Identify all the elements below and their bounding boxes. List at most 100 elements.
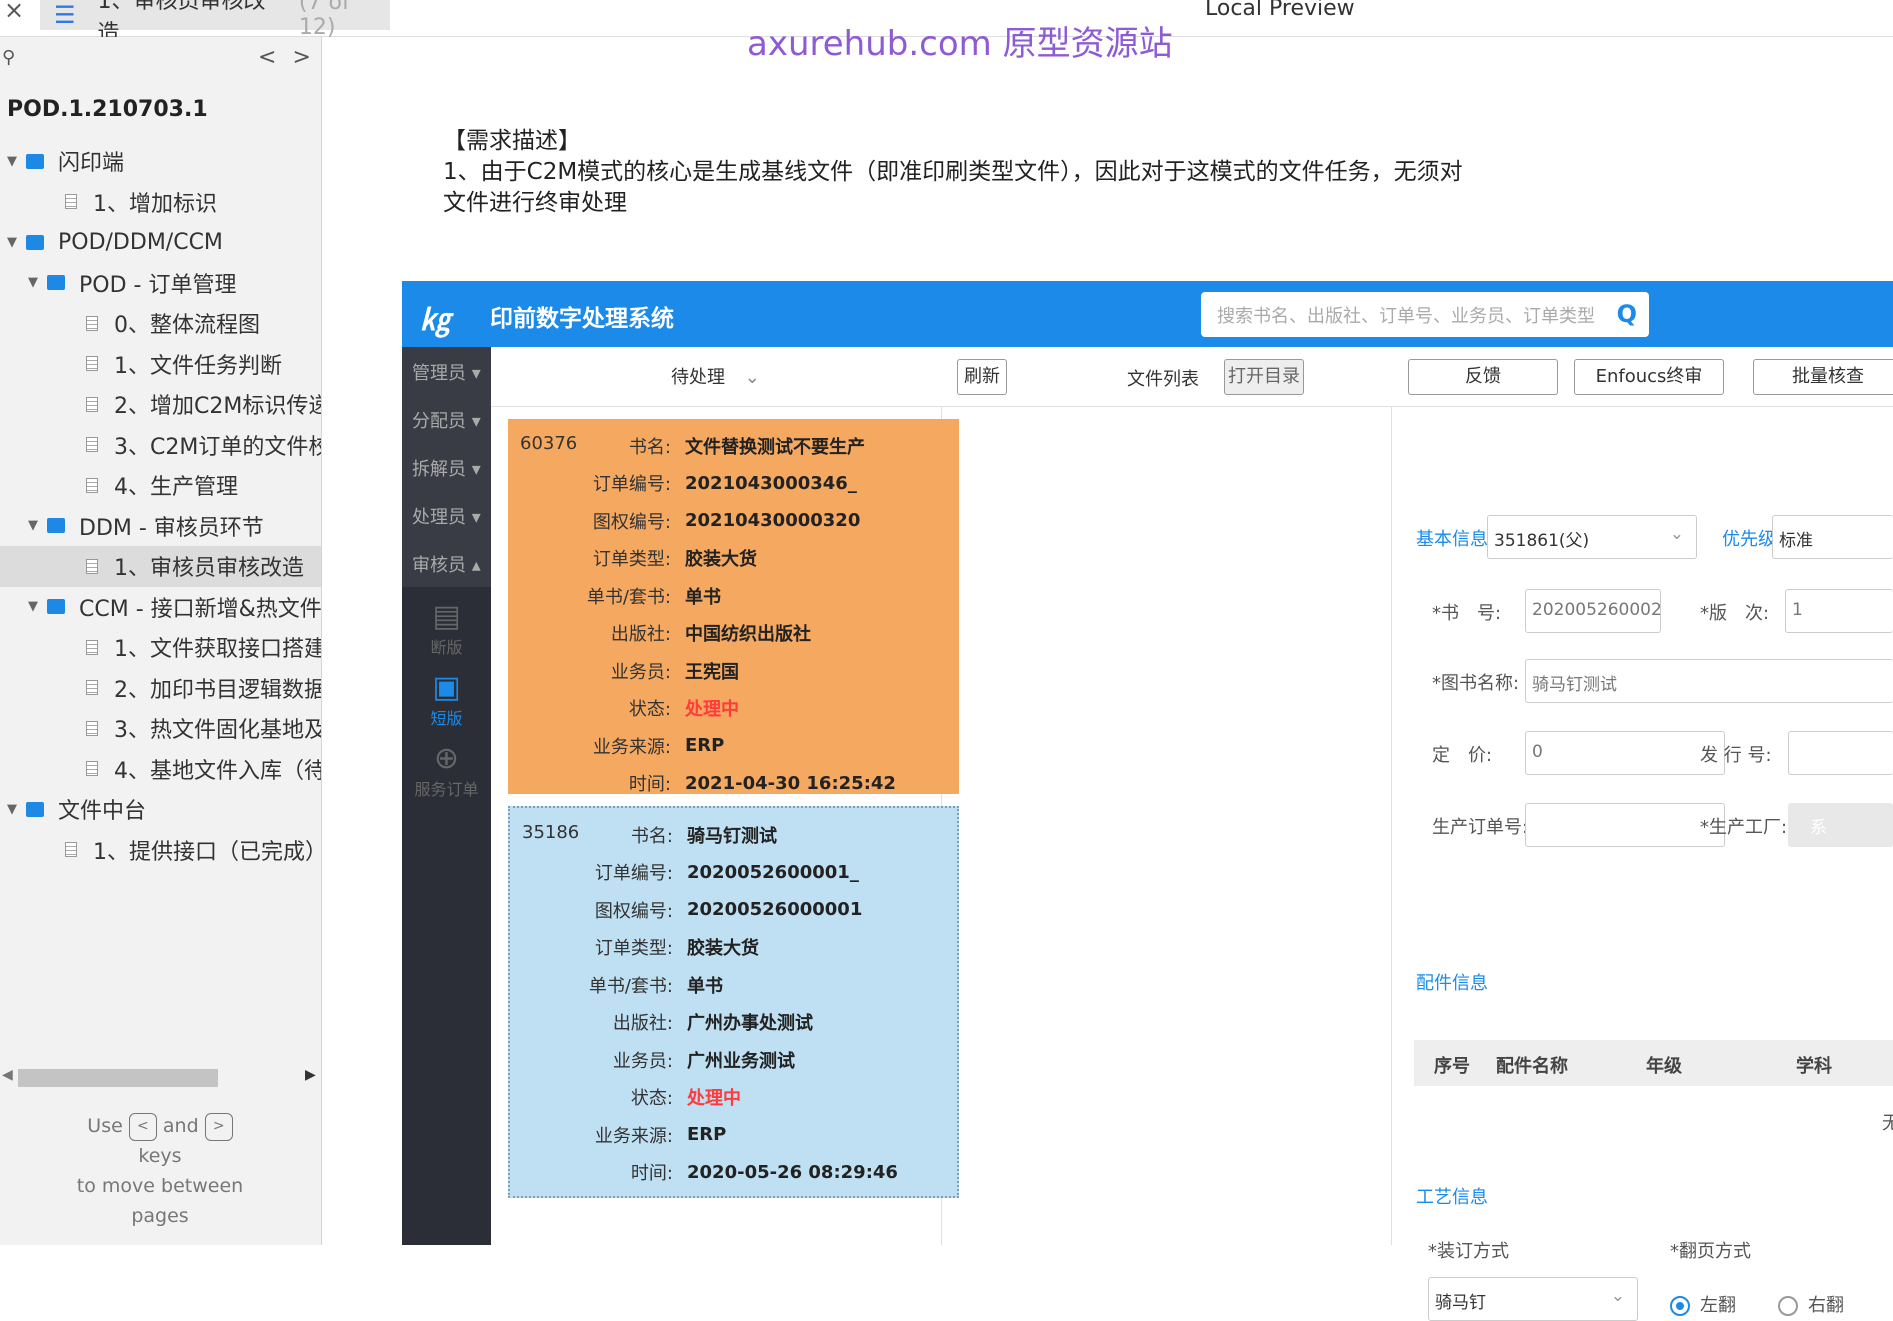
chevron-down-icon: ⌄ <box>1669 524 1684 544</box>
scroll-left-icon[interactable]: ◀ <box>2 1067 13 1083</box>
prev-page-button[interactable]: < <box>258 45 292 70</box>
sitemap-node[interactable]: ▼ POD/DDM/CCM <box>0 222 321 263</box>
binding-label: *装订方式 <box>1428 1241 1509 1262</box>
folder-icon <box>26 234 44 250</box>
field-value: 单书 <box>687 975 723 997</box>
role-menu-item[interactable]: 处理员 ▾ <box>402 491 491 539</box>
next-page-button[interactable]: > <box>292 45 321 70</box>
nav-icon-item[interactable]: ▤ 断版 <box>402 599 491 658</box>
radio-checked-icon[interactable] <box>1670 1296 1690 1316</box>
status-filter[interactable]: 待处理 ⌄ <box>671 363 760 389</box>
nav-icon-item[interactable]: ⊕ 服务订单 <box>402 741 491 800</box>
sitemap-node[interactable]: ▼ 文件中台 <box>0 789 321 830</box>
horizontal-scrollbar[interactable]: ◀ ▶ <box>0 1067 321 1089</box>
expand-arrow-icon[interactable]: ▼ <box>4 154 20 169</box>
basic-info-select[interactable]: 351861(父) ⌄ <box>1487 515 1697 559</box>
page-icon <box>86 396 98 412</box>
craft-info-title: 工艺信息 <box>1416 1187 1488 1208</box>
sitemap-node[interactable]: 1、增加标识 <box>0 182 321 223</box>
expand-arrow-icon[interactable]: ▼ <box>4 802 20 817</box>
field-label-text: 图权编号: <box>594 900 673 922</box>
field-value: 2021043000346_ <box>685 472 857 494</box>
window-title: Local Preview <box>1205 0 1355 21</box>
book-no-field[interactable]: 202005260002 <box>1525 589 1662 633</box>
factory-select-button[interactable]: 系 <box>1788 803 1893 847</box>
expand-arrow-icon[interactable]: ▼ <box>25 518 41 533</box>
sitemap-node[interactable]: 1、审核员审核改造 <box>0 546 321 587</box>
field-label-text: 书名: <box>630 825 673 847</box>
radio-left[interactable]: 左翻 <box>1670 1291 1736 1317</box>
field-value: 文件替换测试不要生产 <box>685 436 865 458</box>
scroll-thumb[interactable] <box>18 1069 218 1087</box>
expand-arrow-icon[interactable]: ▼ <box>25 275 41 290</box>
sitemap-node[interactable]: 3、热文件固化基地及云 <box>0 708 321 749</box>
next-key-icon: > <box>204 1112 233 1141</box>
radio-unchecked-icon[interactable] <box>1778 1296 1798 1316</box>
role-menu: 管理员 ▾ 分配员 ▾ 拆解员 ▾ 处理员 ▾ 审核员 ▴ <box>402 347 491 587</box>
sitemap-node[interactable]: 4、基地文件入库（待定 <box>0 749 321 790</box>
app-header: ㎏ 印前数字处理系统 搜索书名、出版社、订单号、业务员、订单类型 Q <box>402 281 1893 347</box>
page-icon <box>86 680 98 696</box>
field-value: 处理中 <box>687 1088 741 1110</box>
role-menu-item[interactable]: 管理员 ▾ <box>402 347 491 395</box>
requirement-text: 【需求描述】 1、由于C2M模式的核心是生成基线文件（即准印刷类型文件），因此对… <box>443 126 1543 219</box>
radio-right[interactable]: 右翻 <box>1778 1291 1844 1317</box>
card-field: 订单编号: 2021043000346_ <box>520 465 959 503</box>
search-icon[interactable]: Q <box>1617 300 1637 328</box>
expand-arrow-icon[interactable]: ▼ <box>4 235 20 250</box>
refresh-button[interactable]: 刷新 <box>957 359 1007 395</box>
node-label: 1、增加标识 <box>93 191 217 217</box>
page-icon <box>86 477 98 493</box>
issue-no-label: 发 行 号: <box>1700 745 1772 766</box>
sitemap-node[interactable]: 3、C2M订单的文件校验 <box>0 425 321 466</box>
sitemap-node[interactable]: ▼ CCM - 接口新增&热文件 <box>0 587 321 628</box>
task-card[interactable]: 60376 书名: 文件替换测试不要生产 订单编号: 2021043000346_ 图权编… <box>508 419 959 795</box>
close-icon[interactable]: × <box>4 0 24 24</box>
page-tab[interactable]: ☰ 1、审核员审核改造 (7 of 12) <box>40 0 390 46</box>
nav-icon-item[interactable]: ▣ 短版 <box>402 670 491 729</box>
parts-info-title: 配件信息 <box>1416 973 1488 994</box>
task-card[interactable]: 35186 书名: 骑马钉测试 订单编号: 2020052600001_ 图权编号: 202… <box>508 806 959 1198</box>
batch-check-button[interactable]: 批量核查 <box>1753 359 1893 395</box>
role-menu-item[interactable]: 分配员 ▾ <box>402 395 491 443</box>
card-field: 图权编号: 20210430000320 <box>520 502 959 540</box>
expand-arrow-icon[interactable]: ▼ <box>25 599 41 614</box>
price-field[interactable]: 0 <box>1525 731 1725 775</box>
binding-select[interactable]: 骑马钉 ⌄ <box>1428 1277 1638 1321</box>
page-icon <box>65 194 77 210</box>
priority-field[interactable]: 标准 <box>1772 515 1893 559</box>
search-input[interactable]: 搜索书名、出版社、订单号、业务员、订单类型 Q <box>1201 292 1649 337</box>
field-value: 20200526000001 <box>687 899 863 921</box>
sitemap-node[interactable]: ▼ POD - 订单管理 <box>0 263 321 304</box>
edition-field[interactable]: 1 <box>1785 589 1893 633</box>
menu-icon[interactable]: ☰ <box>54 1 76 29</box>
sitemap-node[interactable]: 1、文件获取接口搭建 <box>0 627 321 668</box>
prod-order-field[interactable] <box>1525 803 1725 847</box>
field-value: 处理中 <box>685 699 739 721</box>
node-label: 4、生产管理 <box>114 475 238 501</box>
field-label: 订单类型: <box>520 545 685 571</box>
issue-no-field[interactable] <box>1788 731 1893 775</box>
book-name-field[interactable]: 骑马钉测试 <box>1525 659 1893 703</box>
sitemap-node[interactable]: 2、增加C2M标识传递到 <box>0 384 321 425</box>
field-value: 单书 <box>685 586 721 608</box>
sitemap-node[interactable]: ▼ DDM - 审核员环节 <box>0 506 321 547</box>
sitemap-node[interactable]: ▼ 闪印端 <box>0 141 321 182</box>
feedback-button[interactable]: 反馈 <box>1408 359 1558 395</box>
binding-value: 骑马钉 <box>1435 1293 1486 1313</box>
search-icon[interactable]: ⚲ <box>2 47 15 68</box>
sitemap-node[interactable]: 4、生产管理 <box>0 465 321 506</box>
sitemap-node[interactable]: 1、文件任务判断 <box>0 344 321 385</box>
sitemap-node[interactable]: 2、加印书目逻辑数据生 <box>0 668 321 709</box>
node-label: 1、提供接口（已完成） <box>93 839 322 865</box>
field-label: 图权编号: <box>522 897 687 923</box>
field-value: 广州业务测试 <box>687 1050 795 1072</box>
scroll-right-icon[interactable]: ▶ <box>305 1067 316 1083</box>
role-menu-item[interactable]: 审核员 ▴ <box>402 539 491 587</box>
enfocus-review-button[interactable]: Enfoucs终审 <box>1574 359 1724 395</box>
sitemap-node[interactable]: 1、提供接口（已完成） <box>0 830 322 871</box>
role-menu-item[interactable]: 拆解员 ▾ <box>402 443 491 491</box>
sitemap-node[interactable]: 0、整体流程图 <box>0 303 321 344</box>
col-header: 配件名称 <box>1496 1056 1568 1077</box>
open-dir-button[interactable]: 打开目录 <box>1224 359 1304 395</box>
